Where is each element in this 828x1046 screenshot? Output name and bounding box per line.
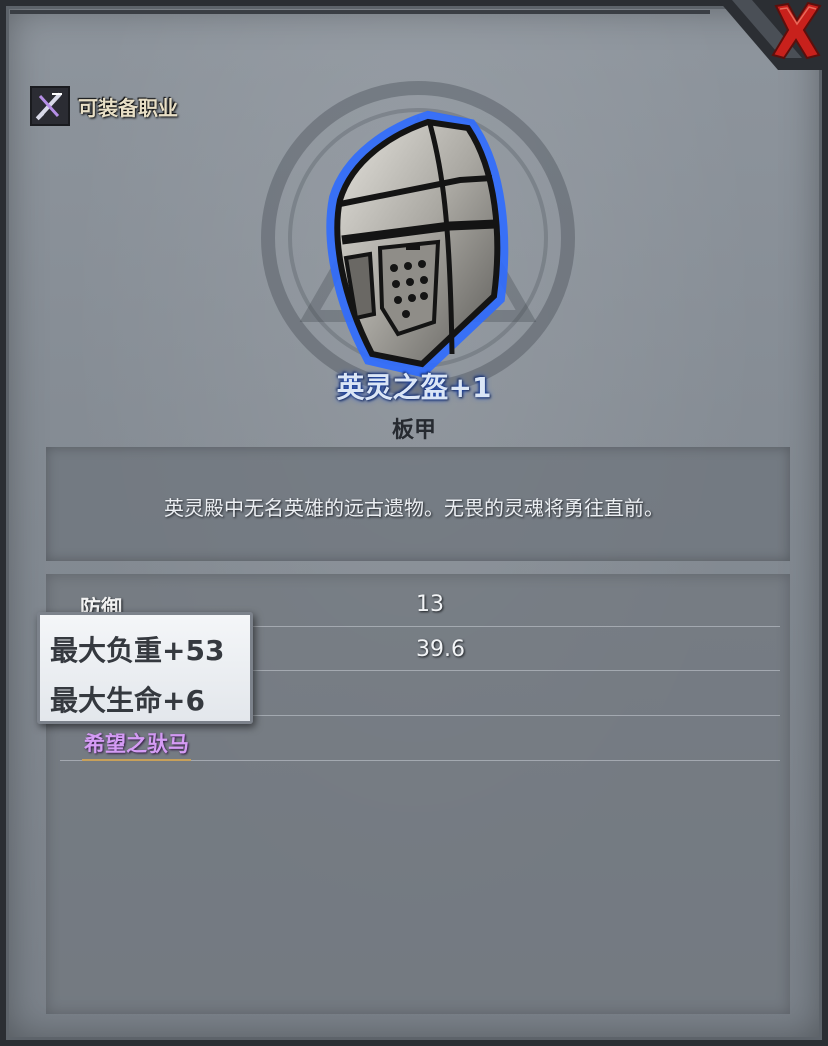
frame-top-border <box>10 10 710 14</box>
crossed-weapons-icon <box>32 88 68 124</box>
stat-tooltip: 最大负重+53 最大生命+6 <box>37 612 253 724</box>
tooltip-max-hp: 最大生命+6 <box>50 684 205 717</box>
item-name: 英灵之盔+1 <box>336 371 492 404</box>
stat-value-weight: 39.6 <box>416 637 465 662</box>
item-type: 板甲 <box>391 418 436 443</box>
tooltip-max-load: 最大负重+53 <box>50 634 225 667</box>
item-description: 英灵殿中无名英雄的远古遗物。无畏的灵魂将勇往直前。 <box>164 496 664 520</box>
close-x-icon <box>771 1 822 60</box>
great-helm-icon[interactable] <box>310 108 520 378</box>
close-button[interactable] <box>766 0 826 62</box>
job-class-icon[interactable] <box>30 86 70 126</box>
equippable-class-label: 可装备职业 <box>78 96 178 120</box>
stat-value-defense: 13 <box>416 592 444 617</box>
set-name-link[interactable]: 希望之驮马 <box>82 728 191 761</box>
